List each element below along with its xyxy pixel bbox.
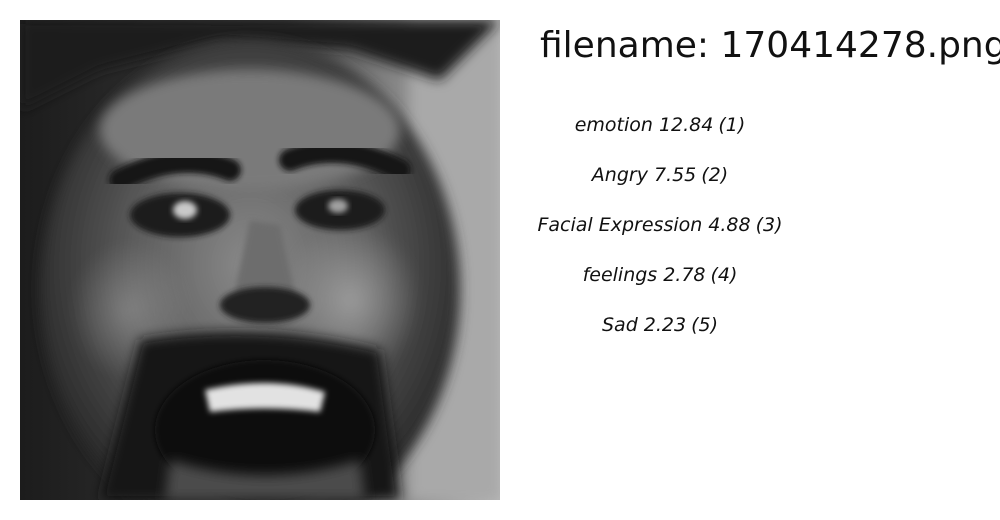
label-score: 12.84 — [658, 114, 714, 136]
label-rank: (3) — [755, 214, 783, 236]
label-list: emotion 12.84 (1) Angry 7.55 (2) Facial Expr… — [537, 100, 783, 350]
label-score: 7.55 — [653, 164, 697, 186]
list-item: Sad 2.23 (5) — [540, 300, 780, 350]
label-rank: (1) — [718, 114, 746, 136]
filename-value: 170414278.png — [720, 25, 1000, 66]
label-score: 4.88 — [708, 214, 751, 236]
label-rank: (5) — [691, 314, 718, 336]
filename-title: filename: 170414278.png — [540, 22, 1000, 70]
filename-prefix: filename: — [540, 25, 721, 66]
face-photo-icon — [20, 20, 500, 500]
label-score: 2.78 — [663, 264, 706, 286]
label-name: Facial Expression — [537, 214, 703, 236]
label-name: emotion — [574, 114, 653, 136]
label-name: Angry — [591, 164, 648, 186]
label-rank: (2) — [701, 164, 729, 186]
list-item: Angry 7.55 (2) — [540, 150, 780, 200]
label-name: Sad — [602, 314, 638, 336]
label-score: 2.23 — [643, 314, 687, 336]
list-item: emotion 12.84 (1) — [540, 100, 780, 150]
list-item: feelings 2.78 (4) — [540, 250, 780, 300]
list-item: Facial Expression 4.88 (3) — [537, 200, 783, 250]
label-rank: (4) — [710, 264, 738, 286]
label-name: feelings — [582, 264, 658, 286]
face-photo — [20, 20, 500, 500]
